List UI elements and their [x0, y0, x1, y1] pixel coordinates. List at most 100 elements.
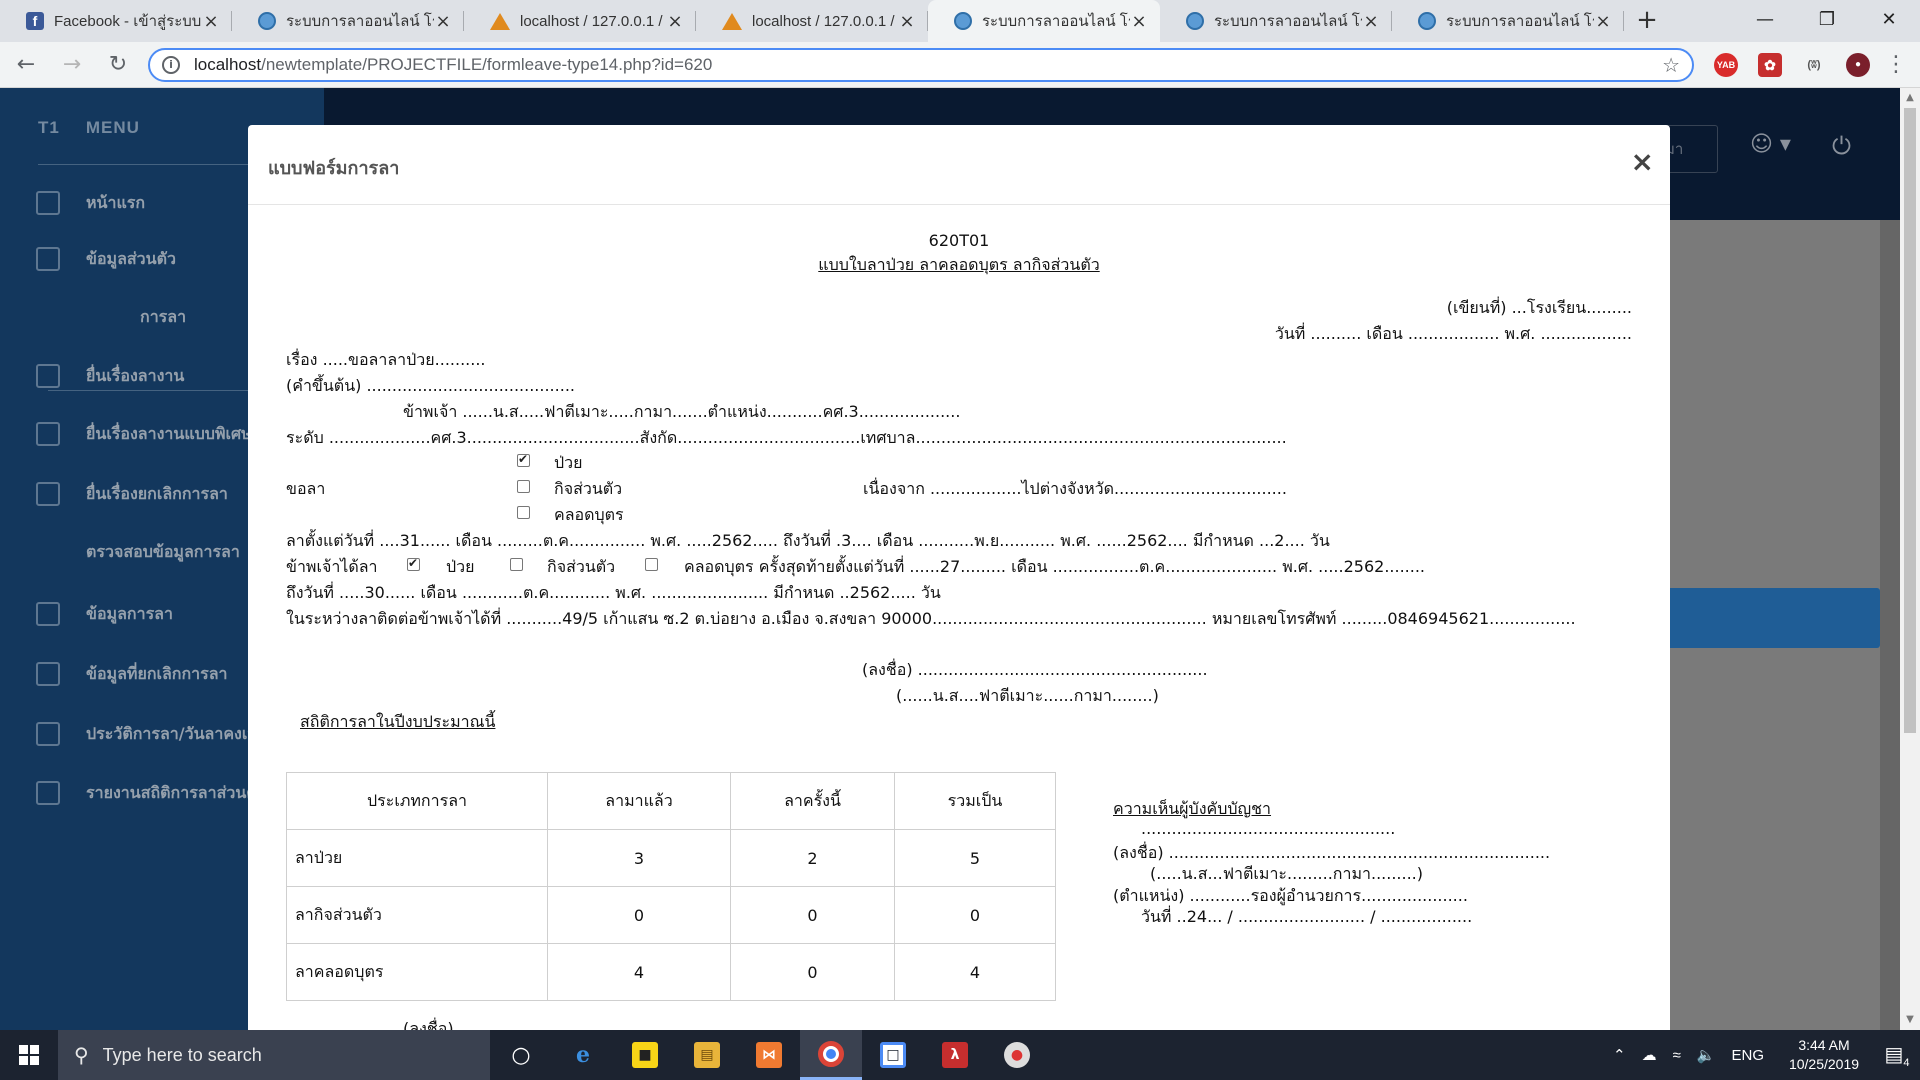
leave-sick-checkbox[interactable] — [517, 452, 530, 467]
notification-count: 4 — [1903, 1056, 1910, 1069]
leave-personal-checkbox[interactable] — [517, 480, 530, 493]
this-time-cell: 0 — [730, 886, 895, 944]
page-scrollbar[interactable]: ▲ ▼ — [1900, 88, 1920, 1030]
leave-type-cell: ลาป่วย — [286, 829, 548, 887]
tab-title: ระบบการลาออนไลน์ โรงเรียน — [1214, 13, 1362, 30]
back-arrow-icon[interactable]: ← — [6, 45, 46, 85]
tab-close-icon[interactable]: × — [1594, 11, 1612, 32]
browser-tab[interactable]: ระบบการลาออนไลน์ โรงเรียน× — [1392, 0, 1624, 42]
address-bar[interactable]: i localhost/newtemplate/PROJECTFILE/form… — [148, 47, 1694, 82]
file-explorer-icon[interactable]: ▤ — [676, 1030, 738, 1080]
browser-tab[interactable]: ระบบการลาออนไลน์ โรงเรียน× — [232, 0, 464, 42]
level-line: ระดับ ....................คศ.3..........… — [286, 428, 1287, 447]
browser-menu-icon[interactable]: ⋮ — [1884, 52, 1908, 77]
minimize-button[interactable]: — — [1734, 0, 1796, 42]
url-text[interactable]: localhost/newtemplate/PROJECTFILE/formle… — [194, 55, 1662, 75]
signer-name: (......น.ส....ฟาตีเมาะ......กามา........… — [896, 686, 1159, 705]
chevron-up-icon[interactable]: ⌃ — [1613, 1046, 1626, 1064]
leave-document: 620T01 แบบใบลาป่วย ลาคลอดบุตร ลากิจส่วนต… — [248, 205, 1670, 1030]
applicant-line: ข้าพเจ้า ......น.ส.....ฟาตีเมาะ.....กามา… — [403, 402, 961, 421]
task-view-icon[interactable]: ○ — [490, 1030, 552, 1080]
tab-close-icon[interactable]: × — [666, 11, 684, 32]
leave-maternity-checkbox[interactable] — [517, 506, 530, 519]
windows-start-icon[interactable] — [0, 1030, 58, 1080]
taskbar-search[interactable]: ⚲ Type here to search — [58, 1030, 490, 1080]
xampp-icon[interactable]: ⋈ — [738, 1030, 800, 1080]
yab-extension-icon[interactable]: YAB — [1714, 52, 1738, 77]
maximize-button[interactable]: ❐ — [1796, 0, 1858, 42]
url-host: localhost — [194, 54, 262, 74]
tab-close-icon[interactable]: × — [434, 11, 452, 32]
clock-time: 3:44 AM — [1798, 1037, 1850, 1053]
previous-maternity-checkbox[interactable] — [645, 558, 658, 571]
clock[interactable]: 3:44 AM 10/25/2019 — [1784, 1036, 1864, 1074]
chrome-icon[interactable] — [800, 1030, 862, 1080]
leave-type-cell: ลากิจส่วนตัว — [286, 886, 548, 944]
this-time-cell: 2 — [730, 829, 895, 887]
scroll-up-arrow[interactable]: ▲ — [1900, 92, 1920, 103]
tab-close-icon[interactable]: × — [898, 11, 916, 32]
salutation-line: (คำขึ้นต้น) ............................… — [286, 376, 575, 395]
leave-option-label: กิจส่วนตัว — [554, 479, 623, 498]
browser-tab-strip: fFacebook - เข้าสู่ระบบหรือ×ระบบการลาออน… — [0, 0, 1920, 42]
previous-until: ถึงวันที่ .....30...... เดือน ..........… — [286, 583, 941, 602]
leave-option-label: ป่วย — [554, 453, 583, 472]
modal-header: แบบฟอร์มการลา × — [248, 125, 1670, 205]
bookmark-star-icon[interactable]: ☆ — [1662, 53, 1680, 77]
pdf-extension-icon[interactable]: ✿ — [1758, 52, 1782, 77]
browser-tab[interactable]: f Facebook - เข้าสู่ระบบหรือ× — [0, 0, 232, 42]
document-date: วันที่ .......... เดือน ................… — [1274, 324, 1632, 343]
reload-icon[interactable]: ↻ — [98, 45, 138, 85]
browser-toolbar: ← → ↻ i localhost/newtemplate/PROJECTFIL… — [0, 42, 1920, 88]
acrobat-icon[interactable]: λ — [924, 1030, 986, 1080]
previous-sick-checkbox[interactable] — [407, 556, 420, 571]
close-window-button[interactable]: ✕ — [1858, 0, 1920, 42]
supervisor-dots: ........................................… — [1141, 819, 1396, 838]
total-cell: 0 — [894, 886, 1056, 944]
tab-title: localhost / 127.0.0.1 / s — [752, 12, 898, 30]
site-info-icon[interactable]: i — [162, 55, 180, 74]
signature-line: (ลงชื่อ) ...............................… — [862, 660, 1208, 679]
leave-stats-table: ประเภทการลา ลามาแล้ว ลาครั้งนี้ รวมเป็น … — [286, 772, 1056, 1001]
wifi-icon[interactable]: ≈ — [1673, 1047, 1681, 1064]
sticky-notes-icon[interactable]: ■ — [614, 1030, 676, 1080]
notification-icon[interactable]: ▤4 — [1874, 1042, 1920, 1069]
scroll-thumb[interactable] — [1904, 108, 1916, 733]
tab-close-icon[interactable]: × — [1130, 11, 1148, 32]
forward-arrow-icon[interactable]: → — [52, 45, 92, 85]
system-tray: ⌃ ☁ ≈ 🔈 ENG 3:44 AM 10/25/2019 ▤4 — [1597, 1036, 1920, 1074]
previous-option-label: คลอดบุตร ครั้งสุดท้ายตั้งแต่วันที่ .....… — [684, 557, 1426, 576]
volume-icon[interactable]: 🔈 — [1697, 1046, 1716, 1064]
browser-tab[interactable]: ระบบการลาออนไลน์ โรงเรียน× — [928, 0, 1160, 42]
url-path: /newtemplate/PROJECTFILE/formleave-type1… — [261, 54, 713, 74]
language-indicator[interactable]: ENG — [1731, 1047, 1764, 1064]
cmd-app-icon[interactable]: □ — [862, 1030, 924, 1080]
previous-personal-checkbox[interactable] — [510, 558, 523, 571]
cloud-icon[interactable]: ☁ — [1642, 1046, 1657, 1064]
tab-close-icon[interactable]: × — [1362, 11, 1380, 32]
scroll-down-arrow[interactable]: ▼ — [1900, 1014, 1920, 1025]
globe-icon — [954, 12, 972, 30]
leave-form-modal: แบบฟอร์มการลา × 620T01 แบบใบลาป่วย ลาคลอ… — [248, 125, 1670, 1030]
table-row: ลาคลอดบุตร 4 0 4 — [286, 943, 1056, 1001]
previous-leave-label: ข้าพเจ้าได้ลา — [286, 557, 378, 576]
new-tab-button[interactable]: + — [1624, 0, 1670, 42]
modal-title: แบบฟอร์มการลา — [268, 158, 400, 179]
browser-tab[interactable]: localhost / 127.0.0.1 / s × — [464, 0, 696, 42]
phpmyadmin-icon — [490, 12, 510, 30]
table-row: ลากิจส่วนตัว 0 0 0 — [286, 886, 1056, 944]
close-icon[interactable]: × — [1631, 145, 1654, 178]
edge-icon[interactable]: e — [552, 1030, 614, 1080]
window-controls: — ❐ ✕ — [1734, 0, 1920, 42]
this-time-cell: 0 — [730, 943, 895, 1001]
extension-icon[interactable]: (ʬ) — [1802, 53, 1826, 77]
tab-close-icon[interactable]: × — [202, 11, 220, 32]
supervisor-date: วันที่ ..24... / .......................… — [1141, 907, 1473, 926]
profile-avatar[interactable]: ● — [1846, 52, 1870, 77]
browser-tab[interactable]: ระบบการลาออนไลน์ โรงเรียน× — [1160, 0, 1392, 42]
written-at: (เขียนที่) ...โรงเรียน......... — [1446, 298, 1632, 317]
document-code: 620T01 — [928, 231, 990, 250]
paint-icon[interactable]: ● — [986, 1030, 1048, 1080]
browser-tab[interactable]: localhost / 127.0.0.1 / s × — [696, 0, 928, 42]
tab-title: ระบบการลาออนไลน์ โรงเรียน — [286, 13, 434, 30]
